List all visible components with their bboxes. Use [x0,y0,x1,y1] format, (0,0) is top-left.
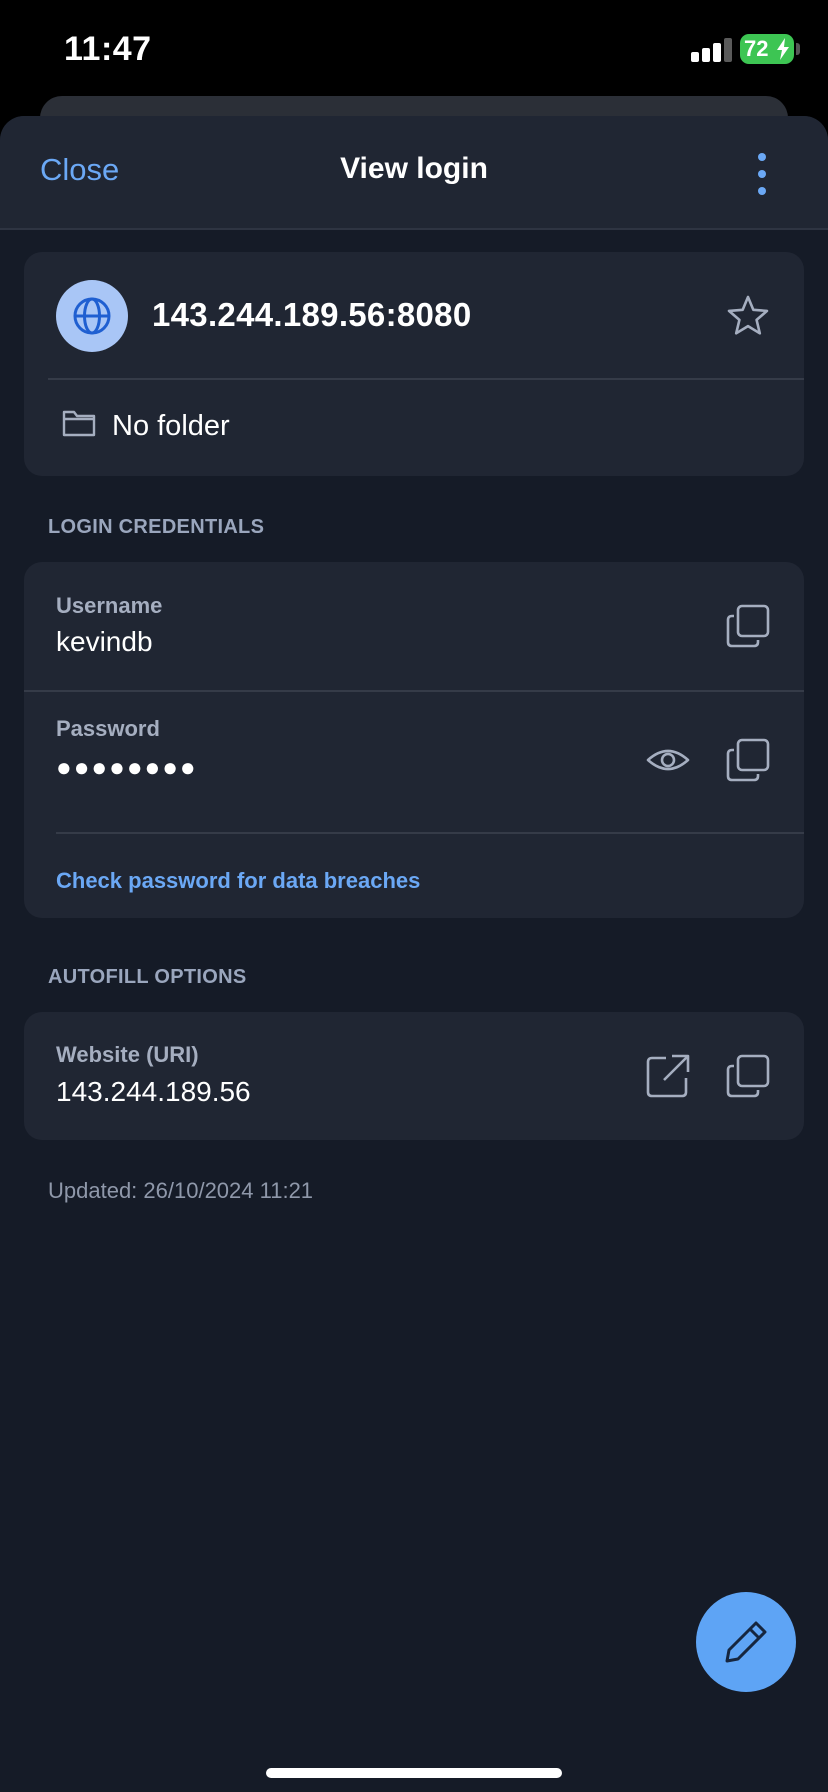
screen: 11:47 72 Close View login 143.244.189.56… [0,0,828,1792]
password-masked-value: ●●●●●●●● [56,752,198,782]
website-label: Website (URI) [56,1042,199,1067]
eye-icon[interactable] [644,736,692,784]
pencil-edit-icon [725,1621,767,1663]
item-avatar [56,280,128,352]
autofill-options-heading: AUTOFILL OPTIONS [48,966,247,988]
star-icon[interactable] [724,292,772,340]
globe-icon [73,297,111,335]
copy-website-icon[interactable] [724,1052,772,1100]
status-time: 11:47 [64,30,152,68]
login-credentials-heading: LOGIN CREDENTIALS [48,516,265,538]
divider [24,690,804,692]
username-value: kevindb [56,626,153,657]
battery-percent: 72 [744,36,769,61]
item-header-card: 143.244.189.56:8080 No folder [24,252,804,476]
copy-username-icon[interactable] [724,602,772,650]
item-name: 143.244.189.56:8080 [152,296,472,333]
page-title: View login [340,152,488,185]
login-credentials-card: Username kevindb Password ●●●●●●●● Check… [24,562,804,918]
view-login-sheet: Close View login 143.244.189.56:8080 No … [0,116,828,1792]
folder-label: No folder [112,410,230,442]
launch-external-icon[interactable] [644,1052,692,1100]
website-value: 143.244.189.56 [56,1076,251,1107]
cellular-signal-icon [691,38,732,62]
battery-indicator: 72 [740,34,794,64]
check-breaches-link[interactable]: Check password for data breaches [56,868,420,894]
updated-timestamp: Updated: 26/10/2024 11:21 [48,1178,314,1203]
more-vertical-icon[interactable] [752,152,772,196]
navigation-bar: Close View login [0,116,828,230]
edit-button[interactable] [696,1592,796,1692]
home-indicator [266,1768,562,1778]
autofill-options-card: Website (URI) 143.244.189.56 [24,1012,804,1140]
battery-nub [796,43,800,55]
username-label: Username [56,593,163,618]
divider [48,378,804,380]
status-bar: 11:47 72 [0,0,828,96]
divider [56,832,804,834]
password-label: Password [56,716,160,741]
charging-bolt-icon [777,38,789,60]
copy-password-icon[interactable] [724,736,772,784]
folder-icon [62,410,96,437]
